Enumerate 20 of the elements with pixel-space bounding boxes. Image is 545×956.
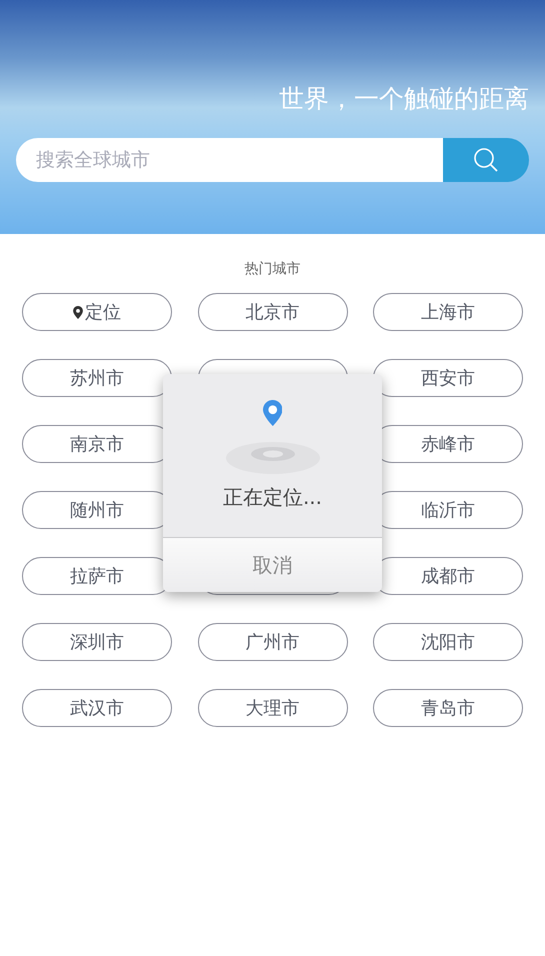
- locate-button[interactable]: 定位: [22, 293, 172, 331]
- slogan: 世界，一个触碰的距离: [278, 83, 529, 115]
- location-pin-icon: [73, 306, 83, 318]
- city-button[interactable]: 沈阳市: [373, 623, 523, 661]
- ripple-icon: [226, 442, 320, 474]
- city-button[interactable]: 西安市: [373, 359, 523, 397]
- location-pin-icon: [262, 400, 282, 426]
- section-title: 热门城市: [244, 260, 300, 279]
- search-field[interactable]: 搜索全球城市: [16, 138, 443, 182]
- city-button[interactable]: 苏州市: [22, 359, 172, 397]
- city-button[interactable]: 青岛市: [373, 689, 523, 727]
- search-button[interactable]: [443, 138, 529, 182]
- city-button[interactable]: 大理市: [198, 689, 348, 727]
- city-button[interactable]: 广州市: [198, 623, 348, 661]
- city-button[interactable]: 北京市: [198, 293, 348, 331]
- locating-message: 正在定位...: [222, 484, 322, 511]
- city-button[interactable]: 上海市: [373, 293, 523, 331]
- city-button[interactable]: 深圳市: [22, 623, 172, 661]
- city-button[interactable]: 武汉市: [22, 689, 172, 727]
- search-icon: [473, 147, 499, 173]
